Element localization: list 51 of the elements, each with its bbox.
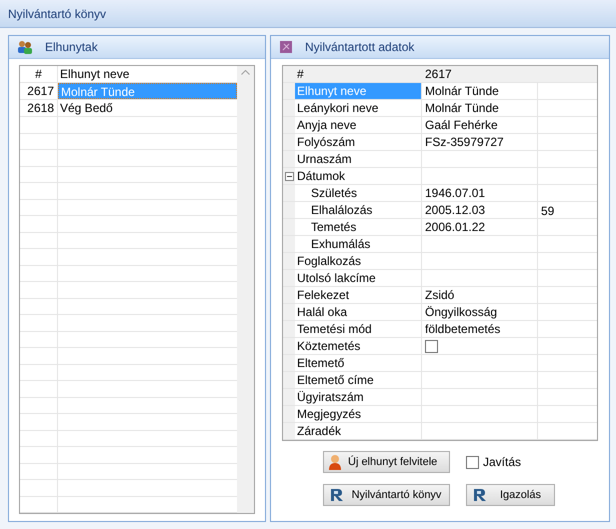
new-record-button[interactable]: Új elhunyt felvitele — [323, 451, 450, 473]
window-title: Nyilvántartó könyv — [8, 6, 106, 22]
property-value: 59 — [541, 204, 554, 218]
report-button[interactable]: Igazolás — [466, 484, 555, 506]
property-label[interactable]: Elhalálozás — [295, 202, 422, 218]
property-value: 2006.01.22 — [425, 218, 486, 236]
checkbox[interactable] — [425, 340, 438, 352]
property-label: # — [296, 66, 305, 82]
property-label[interactable]: Felekezet — [295, 287, 422, 303]
property-label[interactable]: Temetési mód — [295, 321, 422, 337]
table-cell: 2618 — [20, 100, 58, 116]
property-value: 2005.12.03 — [425, 202, 486, 218]
property-value: Zsidó — [425, 286, 454, 304]
report-icon — [330, 488, 344, 502]
property-label[interactable]: Halál oka — [295, 304, 422, 320]
property-value: földbetemetés — [425, 320, 500, 338]
property-label[interactable]: Köztemetés — [295, 338, 422, 354]
list-row[interactable]: Vég Bedő — [58, 100, 237, 116]
property-label[interactable]: Temetés — [295, 219, 422, 235]
property-value: 2617 — [424, 66, 453, 82]
property-value: Öngyilkosság — [425, 304, 498, 320]
property-label[interactable]: Leánykori neve — [295, 100, 422, 116]
people-icon — [17, 40, 33, 54]
edit-checkbox[interactable]: Javítás — [466, 453, 522, 471]
property-label[interactable]: Eltemető — [295, 355, 422, 371]
person-icon — [328, 454, 342, 470]
property-label[interactable]: Utolsó lakcíme — [295, 270, 422, 286]
property-value: FSz-35979727 — [425, 134, 504, 150]
property-label[interactable]: Anyja neve — [295, 117, 422, 133]
property-label[interactable]: Záradék — [295, 423, 422, 439]
property-value: Molnár Tünde — [425, 82, 499, 100]
collapse-icon[interactable] — [284, 172, 294, 180]
property-label[interactable]: Ügyiratszám — [295, 389, 422, 405]
column-header: Elhunyt neve — [59, 66, 130, 82]
panel-title: Elhunytak — [45, 39, 98, 56]
property-value: 1946.07.01 — [425, 184, 486, 202]
property-label[interactable]: Folyószám — [295, 134, 422, 150]
property-label[interactable]: Megjegyzés — [295, 406, 422, 422]
report-icon — [473, 488, 487, 502]
panel-title: Nyilvántartott adatok — [305, 39, 414, 56]
report-button[interactable]: Nyilvántartó könyv — [323, 484, 450, 506]
property-label[interactable]: Urnaszám — [295, 151, 422, 167]
property-value: Gaál Fehérke — [425, 116, 498, 134]
property-label[interactable]: Eltemető címe — [295, 372, 422, 388]
property-label[interactable]: Foglalkozás — [295, 253, 422, 269]
column-header: # — [20, 66, 58, 82]
property-label[interactable]: Dátumok — [295, 168, 422, 184]
property-value: Molnár Tünde — [425, 100, 499, 116]
book-icon — [279, 40, 293, 54]
property-label[interactable]: Exhumálás — [295, 236, 422, 252]
property-label[interactable]: Születés — [295, 185, 422, 201]
